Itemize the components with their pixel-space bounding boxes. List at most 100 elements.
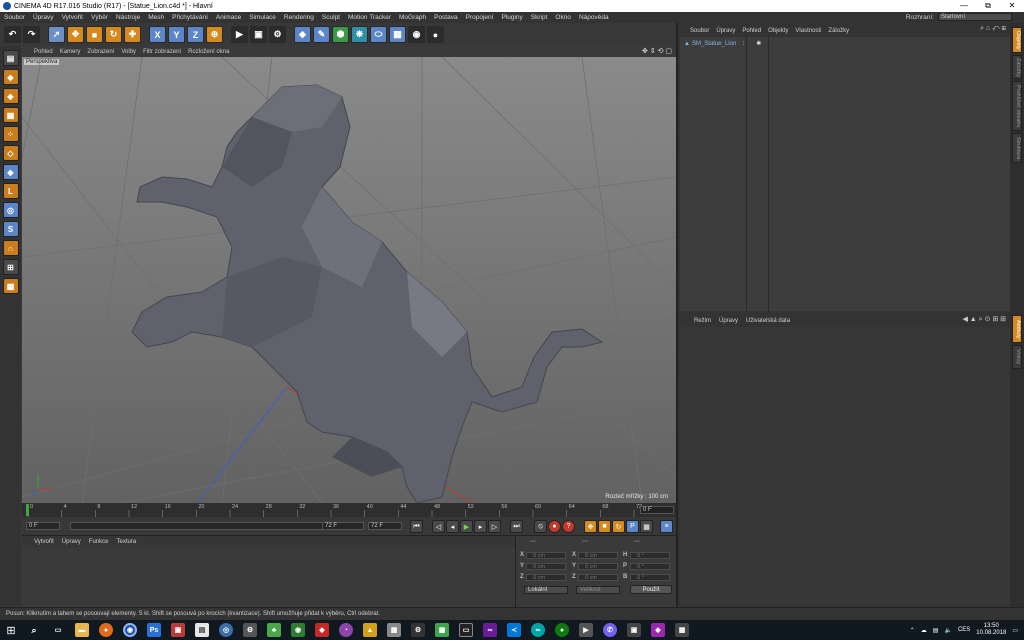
menu-motion-tracker[interactable]: Motion Tracker xyxy=(348,14,391,21)
tab-struktura[interactable]: Struktura xyxy=(1012,133,1022,163)
vscode-icon[interactable]: ≺ xyxy=(507,623,521,637)
undo-icon[interactable]: ↶ xyxy=(4,26,21,43)
scale-tool-icon[interactable]: ■ xyxy=(86,26,103,43)
chrome-icon[interactable]: ◎ xyxy=(219,623,233,637)
rot-h-field[interactable]: 0 ° xyxy=(630,552,670,559)
max-frame-field[interactable]: 72 F xyxy=(368,522,402,530)
select-arrow-icon[interactable]: ➚ xyxy=(48,26,65,43)
network-icon[interactable]: ▤ xyxy=(933,627,939,634)
photoshop-icon[interactable]: Ps xyxy=(147,623,161,637)
calculator-icon[interactable]: ▦ xyxy=(387,623,401,637)
floor-icon[interactable]: ▦ xyxy=(389,26,406,43)
menu-vytvorit[interactable]: Vytvořit xyxy=(62,14,83,21)
object-manager-search-icon[interactable]: ⌕ ⌂ ↶ ⊞ xyxy=(980,25,1006,33)
key-position-icon[interactable]: ✥ xyxy=(584,520,597,533)
yellow-app-icon[interactable]: ▲ xyxy=(363,623,377,637)
key-rotation-icon[interactable]: ↻ xyxy=(612,520,625,533)
camera-icon[interactable]: ◉ xyxy=(408,26,425,43)
subdivision-surface-icon[interactable]: ⬢ xyxy=(332,26,349,43)
viber-icon[interactable]: ✆ xyxy=(603,623,617,637)
pos-y-field[interactable]: 0 cm xyxy=(526,563,566,570)
red-app-icon[interactable]: ◆ xyxy=(315,623,329,637)
key-scale-icon[interactable]: ■ xyxy=(598,520,611,533)
keyboard-language[interactable]: CES xyxy=(958,627,970,633)
android-app-icon[interactable]: ● xyxy=(555,623,569,637)
settings-icon[interactable]: ⚙ xyxy=(411,623,425,637)
current-frame-field[interactable]: 0 F xyxy=(640,506,674,514)
menu-napoveda[interactable]: Nápověda xyxy=(579,14,609,21)
menu-upravy[interactable]: Úpravy xyxy=(33,14,54,21)
minimize-button[interactable]: — xyxy=(952,0,976,12)
purple-app-icon[interactable]: ◔ xyxy=(339,623,353,637)
viewport-menu-kamery[interactable]: Kamery xyxy=(60,49,81,55)
workplane-lock-icon[interactable]: ⊞ xyxy=(2,259,19,275)
object-name[interactable]: SM_Statue_Lion xyxy=(692,41,736,47)
pos-z-field[interactable]: 0 cm xyxy=(526,574,566,581)
goto-start-icon[interactable]: ⏮ xyxy=(410,520,423,533)
key-pla-icon[interactable]: ▦ xyxy=(640,520,653,533)
y-axis-lock-button[interactable]: Y xyxy=(168,26,185,43)
rot-b-field[interactable]: 0 ° xyxy=(630,574,670,581)
object-list[interactable]: ▲ SM_Statue_Lion ⁝ ✱ xyxy=(680,37,1010,311)
cinema4d-taskbar-icon[interactable]: ◉ xyxy=(123,623,137,637)
viewport-menu-zobrazeni[interactable]: Zobrazení xyxy=(87,49,114,55)
material-menu-funkce[interactable]: Funkce xyxy=(89,539,109,545)
light-icon[interactable]: ● xyxy=(427,26,444,43)
prev-frame-icon[interactable]: ◂ xyxy=(446,520,459,533)
menu-pluginy[interactable]: Pluginy xyxy=(501,14,522,21)
snapping-icon[interactable]: ∩ xyxy=(2,240,19,256)
make-editable-icon[interactable]: ▤ xyxy=(2,50,19,66)
move-tool-icon[interactable]: ✥ xyxy=(67,26,84,43)
render-settings-icon[interactable]: ⚙ xyxy=(269,26,286,43)
tweak-mode-icon[interactable]: ◎ xyxy=(2,202,19,218)
search-icon[interactable]: ⌕ xyxy=(27,623,41,637)
app-grid-icon[interactable]: ▦ xyxy=(675,623,689,637)
grid-snap-icon[interactable]: ▩ xyxy=(2,278,19,294)
key-param-icon[interactable]: P xyxy=(626,520,639,533)
tray-up-arrow-icon[interactable]: ⌃ xyxy=(910,627,915,634)
cube-primitive-icon[interactable]: ◆ xyxy=(294,26,311,43)
apply-button[interactable]: Použít xyxy=(630,585,672,594)
points-mode-icon[interactable]: ⁘ xyxy=(2,126,19,142)
pos-x-field[interactable]: 0 cm xyxy=(526,552,566,559)
rot-p-field[interactable]: 0 ° xyxy=(630,563,670,570)
record-active-icon[interactable]: ● xyxy=(548,520,561,533)
cloud-icon[interactable]: ☁ xyxy=(921,627,927,634)
tab-objekty[interactable]: Objekty xyxy=(1012,27,1022,53)
size-y-field[interactable]: 0 cm xyxy=(578,563,618,570)
visibility-dots-icon[interactable]: ⁝ xyxy=(742,40,744,47)
notifications-icon[interactable]: ▭ xyxy=(1012,627,1018,634)
firefox-icon[interactable]: ● xyxy=(99,623,113,637)
workplane-mode-icon[interactable]: ▦ xyxy=(2,107,19,123)
obj-menu-vlastnosti[interactable]: Vlastnosti xyxy=(795,28,821,34)
texture-mode-icon[interactable]: ◈ xyxy=(2,88,19,104)
solo-mode-icon[interactable]: S xyxy=(2,221,19,237)
size-mode-dropdown[interactable]: Velikost xyxy=(576,586,620,594)
task-view-icon[interactable]: ▭ xyxy=(51,623,65,637)
next-frame-icon[interactable]: ▸ xyxy=(474,520,487,533)
media-icon[interactable]: ▣ xyxy=(171,623,185,637)
media-app-icon[interactable]: ▶ xyxy=(579,623,593,637)
model-mode-icon[interactable]: ◆ xyxy=(2,69,19,85)
x-axis-lock-button[interactable]: X xyxy=(149,26,166,43)
viewport-menu-pohled[interactable]: Pohled xyxy=(34,49,53,55)
render-view-icon[interactable]: ▶ xyxy=(231,26,248,43)
clock[interactable]: 13:50 10.08.2018 xyxy=(976,623,1006,637)
volume-icon[interactable]: 🔈 xyxy=(944,627,951,634)
terminal-icon[interactable]: ▭ xyxy=(459,623,473,637)
edges-mode-icon[interactable]: ◇ xyxy=(2,145,19,161)
obj-menu-upravy[interactable]: Úpravy xyxy=(716,28,735,34)
chrome-alt-icon[interactable]: ◉ xyxy=(291,623,305,637)
menu-rendering[interactable]: Rendering xyxy=(284,14,314,21)
menu-mesh[interactable]: Mesh xyxy=(148,14,164,21)
viewport-nav-icons[interactable]: ✥ ⇕ ⟲ ▢ xyxy=(642,47,672,55)
viewport-menu-volby[interactable]: Volby xyxy=(121,49,136,55)
size-x-field[interactable]: 0 cm xyxy=(578,552,618,559)
attr-menu-rezim[interactable]: Režim xyxy=(694,318,711,324)
menu-nastroje[interactable]: Nástroje xyxy=(116,14,140,21)
3d-viewport[interactable]: Perspektiva Rozteč mřížky : 100 cm xyxy=(22,57,676,503)
menu-okno[interactable]: Okno xyxy=(555,14,571,21)
menu-prichytavani[interactable]: Přichytávání xyxy=(172,14,208,21)
prev-key-icon[interactable]: ◁ xyxy=(432,520,445,533)
coordinate-system-icon[interactable]: ⊕ xyxy=(206,26,223,43)
